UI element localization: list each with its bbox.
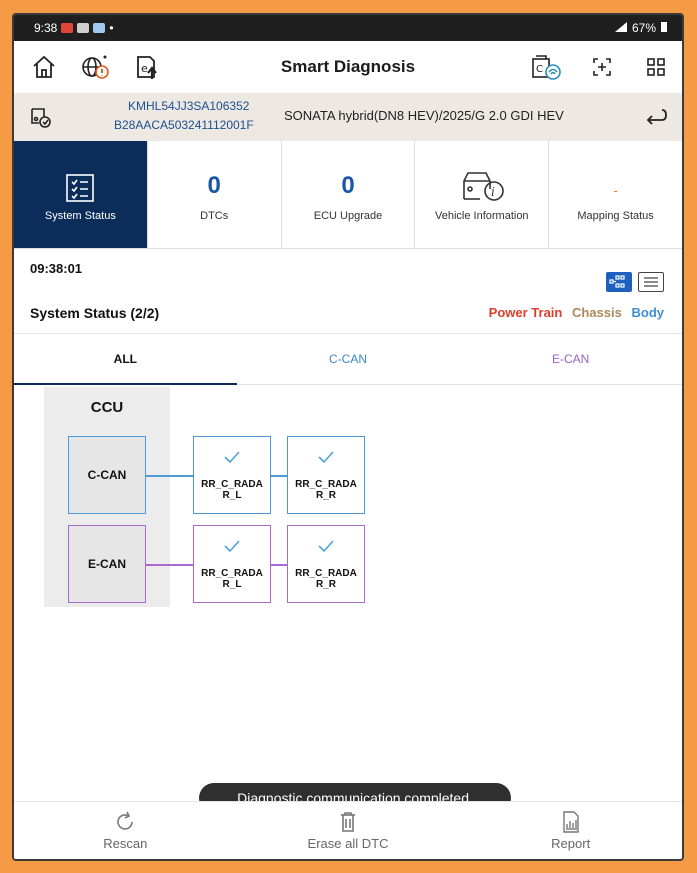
status-bar: 9:38 • 67% bbox=[14, 15, 682, 41]
trash-icon bbox=[336, 810, 360, 834]
vin-block: KMHL54JJ3SA106352 B28AACA503241112001F bbox=[114, 97, 254, 135]
dtc-count: 0 bbox=[207, 171, 221, 199]
bus-e-can[interactable]: E-CAN bbox=[68, 525, 146, 603]
tab-c-can[interactable]: C-CAN bbox=[237, 334, 460, 384]
notification-icon bbox=[61, 23, 74, 33]
svg-text:i: i bbox=[491, 185, 495, 199]
message-icon bbox=[93, 23, 106, 33]
system-status-title: System Status (2/2) bbox=[30, 305, 160, 321]
bus-tabs: ALL C-CAN E-CAN bbox=[14, 333, 682, 385]
legend-chassis: Chassis bbox=[572, 305, 622, 320]
tile-label: Mapping Status bbox=[577, 210, 654, 222]
ecu-upgrade-count: 0 bbox=[341, 171, 355, 199]
svg-text:C: C bbox=[536, 64, 543, 75]
topology-view-icon[interactable] bbox=[606, 272, 632, 292]
erase-label: Erase all DTC bbox=[307, 836, 389, 851]
return-icon[interactable] bbox=[644, 106, 668, 133]
clock: 9:38 bbox=[34, 21, 58, 35]
tile-system-status[interactable]: System Status bbox=[14, 141, 148, 248]
node-label: RR_C_RADA R_L bbox=[201, 479, 263, 501]
bus-c-can[interactable]: C-CAN bbox=[68, 436, 146, 514]
tile-label: System Status bbox=[44, 210, 116, 222]
tile-mapping-status[interactable]: - Mapping Status bbox=[549, 141, 682, 248]
serial-number: B28AACA503241112001F bbox=[114, 118, 254, 132]
vehicle-model: SONATA hybrid(DN8 HEV)/2025/G 2.0 GDI HE… bbox=[284, 108, 564, 123]
module-title: CCU bbox=[90, 399, 124, 416]
list-view-icon[interactable] bbox=[638, 272, 664, 292]
check-icon bbox=[316, 449, 336, 471]
fullscreen-icon[interactable] bbox=[588, 53, 616, 81]
grid-icon[interactable] bbox=[642, 53, 670, 81]
connector-c-can bbox=[270, 475, 288, 477]
report-label: Report bbox=[551, 836, 591, 851]
node-label: RR_C_RADA R_R bbox=[295, 568, 357, 590]
bottom-bar: Rescan Erase all DTC Report bbox=[14, 801, 682, 859]
node-rr-c-radar-l-c-can[interactable]: RR_C_RADA R_L bbox=[193, 436, 271, 514]
battery-icon bbox=[660, 21, 668, 36]
view-toggle bbox=[606, 272, 664, 292]
mapping-status-value: - bbox=[613, 181, 618, 198]
app-bar: Smart Diagnosis e C bbox=[14, 41, 682, 93]
battery-level: 67% bbox=[631, 21, 656, 35]
vin: KMHL54JJ3SA106352 bbox=[128, 99, 250, 113]
check-icon bbox=[222, 449, 242, 471]
tile-vehicle-information[interactable]: i Vehicle Information bbox=[415, 141, 550, 248]
scan-time: 09:38:01 bbox=[30, 261, 83, 276]
svg-text:e: e bbox=[141, 62, 148, 75]
tab-all[interactable]: ALL bbox=[14, 334, 237, 385]
page-title: Smart Diagnosis bbox=[280, 57, 416, 76]
system-legend: Power Train Chassis Body bbox=[483, 305, 664, 320]
upload-icon[interactable]: e bbox=[132, 53, 160, 81]
check-icon bbox=[316, 538, 336, 560]
node-label: RR_C_RADA R_L bbox=[201, 568, 263, 590]
tablet-frame: 9:38 • 67% Smart Diagnosis e C KMHL54JJ3… bbox=[12, 13, 684, 861]
tile-label: Vehicle Information bbox=[435, 210, 529, 222]
checklist-icon bbox=[64, 171, 96, 205]
vci-connect-icon[interactable]: C bbox=[530, 53, 561, 81]
vehicle-bar: KMHL54JJ3SA106352 B28AACA503241112001F S… bbox=[14, 93, 682, 141]
node-label: RR_C_RADA R_R bbox=[295, 479, 357, 501]
rescan-label: Rescan bbox=[103, 836, 148, 851]
tab-e-can[interactable]: E-CAN bbox=[459, 334, 682, 384]
connector-e-can bbox=[146, 564, 194, 566]
node-rr-c-radar-l-e-can[interactable]: RR_C_RADA R_L bbox=[193, 525, 271, 603]
rescan-button[interactable]: Rescan bbox=[14, 802, 237, 859]
status-dot: • bbox=[109, 21, 114, 35]
rescan-icon bbox=[113, 810, 137, 834]
tile-label: DTCs bbox=[200, 210, 229, 222]
tile-label: ECU Upgrade bbox=[313, 210, 383, 222]
vehicle-status-icon bbox=[28, 105, 52, 134]
legend-body: Body bbox=[631, 305, 665, 320]
vehicle-info-icon: i bbox=[458, 169, 506, 203]
tile-dtcs[interactable]: 0 DTCs bbox=[147, 141, 282, 248]
signal-icon bbox=[614, 21, 628, 36]
node-rr-c-radar-r-c-can[interactable]: RR_C_RADA R_R bbox=[287, 436, 365, 514]
connector-c-can bbox=[146, 475, 194, 477]
erase-all-dtc-button[interactable]: Erase all DTC bbox=[237, 802, 460, 859]
legend-power-train: Power Train bbox=[488, 305, 563, 320]
bus-label: C-CAN bbox=[87, 468, 127, 482]
check-icon bbox=[222, 538, 242, 560]
connector-e-can bbox=[270, 564, 288, 566]
home-icon[interactable] bbox=[30, 53, 58, 81]
summary-tiles: System Status 0 DTCs 0 ECU Upgrade i Veh… bbox=[14, 141, 682, 249]
report-icon bbox=[559, 810, 583, 834]
gallery-icon bbox=[77, 23, 90, 33]
globe-alert-icon[interactable] bbox=[80, 53, 109, 81]
bus-label: E-CAN bbox=[88, 557, 126, 571]
node-rr-c-radar-r-e-can[interactable]: RR_C_RADA R_R bbox=[287, 525, 365, 603]
tile-ecu-upgrade[interactable]: 0 ECU Upgrade bbox=[281, 141, 416, 248]
report-button[interactable]: Report bbox=[459, 802, 682, 859]
